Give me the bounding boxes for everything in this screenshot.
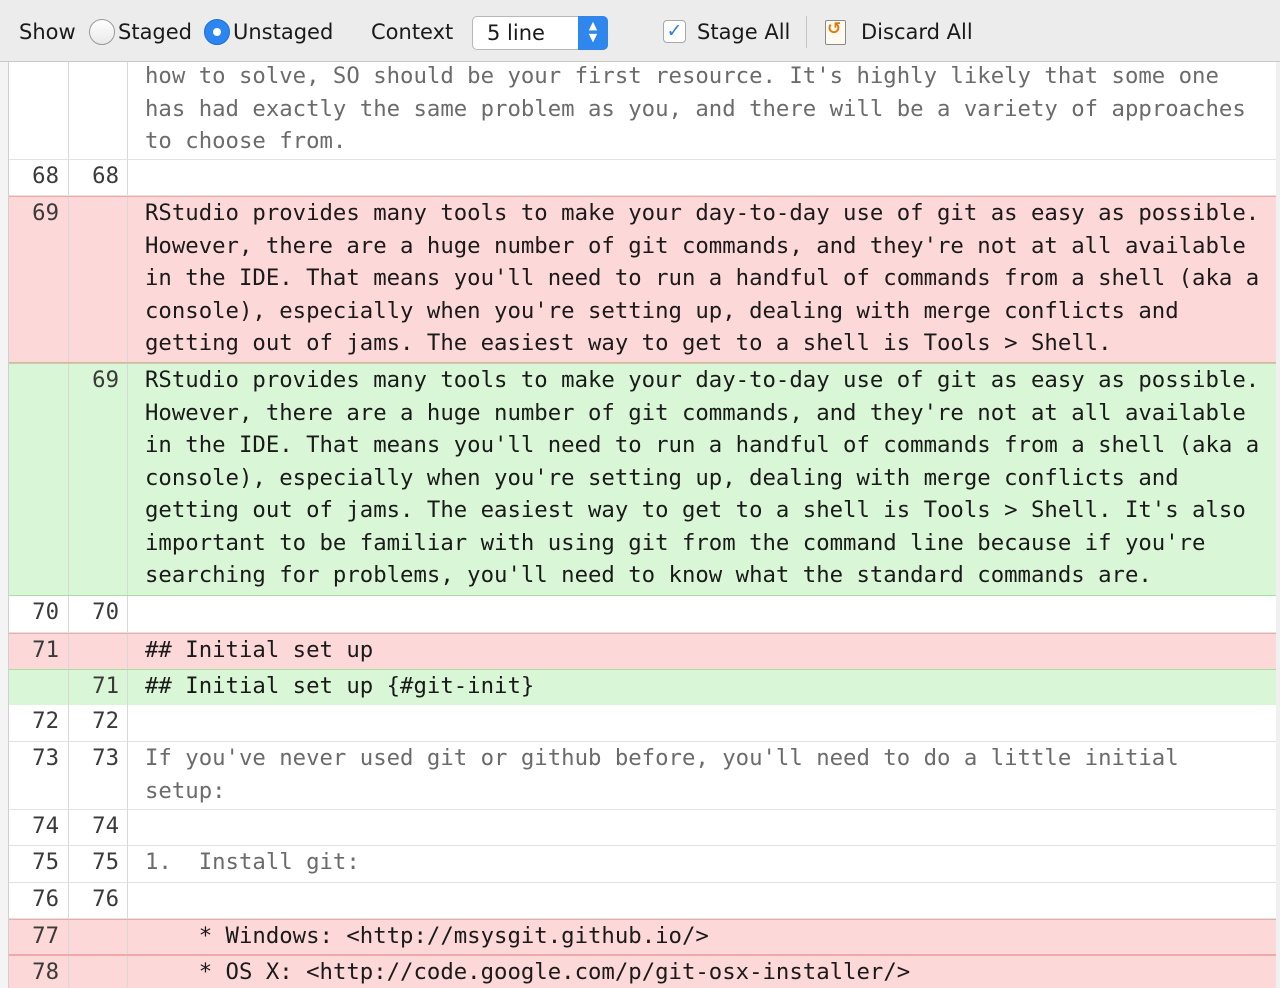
diff-view[interactable]: how to solve, SO should be your first re… xyxy=(8,62,1276,988)
diff-row-removed[interactable]: 69 RStudio provides many tools to make yo… xyxy=(9,196,1276,363)
staged-label[interactable]: Staged xyxy=(118,18,192,46)
show-label: Show xyxy=(19,20,76,44)
diff-row-context[interactable]: 74 74 xyxy=(9,810,1276,846)
diff-row-context[interactable]: 72 72 xyxy=(9,705,1276,742)
diff-line-text: ## Initial set up {#git-init} xyxy=(145,673,535,699)
context-select[interactable]: 5 line ▲ ▼ xyxy=(472,16,608,50)
unstaged-radio[interactable] xyxy=(204,19,230,45)
background-window-edge-right xyxy=(1276,62,1280,988)
diff-row-context[interactable]: 68 68 xyxy=(9,160,1276,196)
diff-line-text: * Windows: <http://msysgit.github.io/> xyxy=(145,923,709,949)
new-line-gutter xyxy=(69,62,128,159)
background-window-edge xyxy=(0,62,8,988)
diff-line-text: RStudio provides many tools to make your… xyxy=(145,200,1273,356)
diff-toolbar: Show Staged Unstaged Context 5 line ▲ ▼ ✓… xyxy=(0,0,1280,62)
old-line-number: 70 xyxy=(32,599,59,625)
new-line-number: 69 xyxy=(92,367,119,393)
old-line-gutter xyxy=(9,364,69,595)
new-line-gutter xyxy=(69,920,128,954)
new-line-number: 70 xyxy=(92,599,119,625)
diff-row-context[interactable]: 75 75 1. Install git: xyxy=(9,846,1276,883)
old-line-number: 78 xyxy=(32,959,59,985)
diff-line-text: * OS X: <http://code.google.com/p/git-os… xyxy=(145,959,911,985)
new-line-number: 72 xyxy=(92,708,119,734)
diff-row-added[interactable]: 71 ## Initial set up {#git-init} xyxy=(9,669,1276,706)
diff-row-context[interactable]: 70 70 xyxy=(9,596,1276,633)
old-line-number: 75 xyxy=(32,849,59,875)
old-line-number: 76 xyxy=(32,886,59,912)
old-line-gutter xyxy=(9,670,69,705)
diff-row-removed[interactable]: 77 * Windows: <http://msysgit.github.io/… xyxy=(9,919,1276,955)
toolbar-divider xyxy=(806,16,807,48)
old-line-number: 73 xyxy=(32,745,59,771)
diff-line-text: RStudio provides many tools to make your… xyxy=(145,367,1273,588)
new-line-gutter xyxy=(69,364,128,595)
new-line-gutter xyxy=(69,956,128,988)
old-line-number: 71 xyxy=(32,637,59,663)
diff-line-text: ## Initial set up xyxy=(145,637,374,663)
new-line-number: 75 xyxy=(92,849,119,875)
stage-all-checkbox[interactable]: ✓ xyxy=(663,20,686,43)
new-line-number: 73 xyxy=(92,745,119,771)
context-select-value: 5 line xyxy=(487,21,545,45)
old-line-number: 72 xyxy=(32,708,59,734)
diff-line-text: If you've never used git or github befor… xyxy=(145,745,1193,804)
diff-row-context[interactable]: 73 73 If you've never used git or github b… xyxy=(9,742,1276,810)
diff-row-added[interactable]: 69 RStudio provides many tools to make yo… xyxy=(9,363,1276,596)
new-line-number: 76 xyxy=(92,886,119,912)
new-line-number: 68 xyxy=(92,163,119,189)
unstaged-label[interactable]: Unstaged xyxy=(233,18,333,46)
new-line-number: 74 xyxy=(92,813,119,839)
stage-all-label[interactable]: Stage All xyxy=(697,18,790,46)
discard-icon[interactable] xyxy=(825,19,846,45)
diff-row-context[interactable]: 76 76 xyxy=(9,883,1276,919)
staged-radio[interactable] xyxy=(89,19,115,45)
old-line-number: 68 xyxy=(32,163,59,189)
diff-line-text: how to solve, SO should be your first re… xyxy=(145,63,1260,154)
diff-row-removed[interactable]: 78 * OS X: <http://code.google.com/p/git… xyxy=(9,955,1276,988)
discard-all-button[interactable]: Discard All xyxy=(861,18,973,46)
new-line-number: 71 xyxy=(92,673,119,699)
context-label: Context xyxy=(371,20,454,44)
diff-line-text: 1. Install git: xyxy=(145,849,360,875)
new-line-gutter xyxy=(69,197,128,362)
old-line-number: 74 xyxy=(32,813,59,839)
select-arrows-icon: ▲ ▼ xyxy=(578,16,608,50)
diff-row-context[interactable]: how to solve, SO should be your first re… xyxy=(9,62,1276,160)
old-line-number: 69 xyxy=(32,200,59,226)
diff-row-removed[interactable]: 71 ## Initial set up xyxy=(9,633,1276,670)
old-line-gutter xyxy=(9,62,69,159)
old-line-number: 77 xyxy=(32,923,59,949)
new-line-gutter xyxy=(69,634,128,669)
